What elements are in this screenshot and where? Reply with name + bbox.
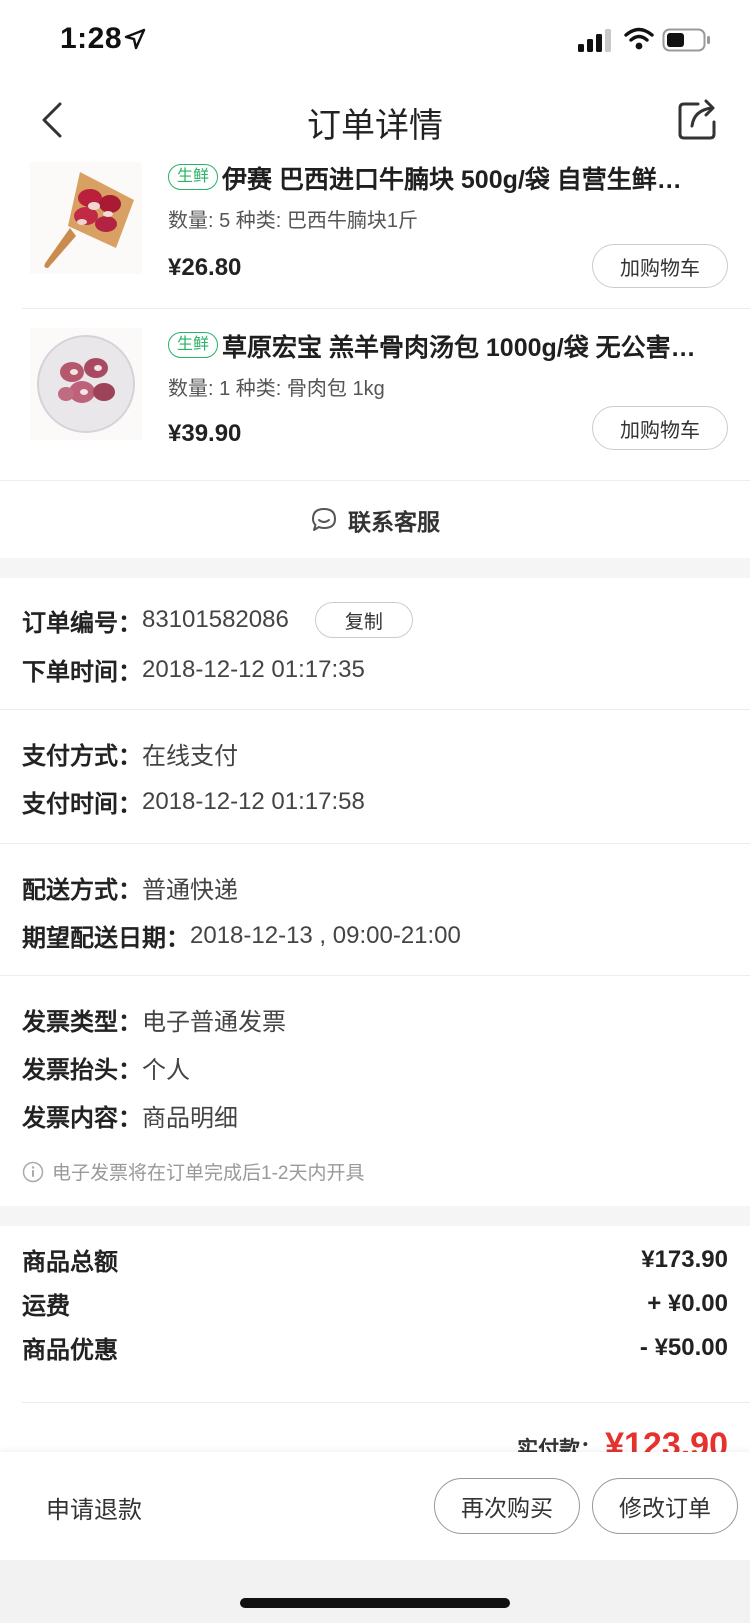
divider	[22, 1402, 750, 1403]
contact-label: 联系客服	[348, 508, 440, 535]
order-time-row: 下单时间： 2018-12-12 01:17:35	[22, 652, 365, 687]
invoice-type-label: 发票类型：	[22, 1009, 142, 1036]
pay-time-value: 2018-12-12 01:17:58	[142, 787, 365, 815]
goods-total-value: ¥173.90	[641, 1245, 728, 1273]
order-time-label: 下单时间：	[22, 659, 142, 686]
invoice-note: 电子发票将在订单完成后1-2天内开具	[22, 1158, 364, 1185]
delivery-group: 配送方式： 普通快递 期望配送日期： 2018-12-13 , 09:00-21…	[0, 844, 750, 976]
shipping-label: 运费	[22, 1293, 70, 1320]
delivery-method-row: 配送方式： 普通快递	[22, 870, 238, 905]
product-list: 生鲜 伊赛 巴西进口牛腩块 500g/袋 自营生鲜… 数量: 5 种类: 巴西牛…	[0, 156, 750, 480]
bottom-action-bar: 申请退款 再次购买 修改订单	[0, 1452, 750, 1560]
rebuy-button[interactable]: 再次购买	[434, 1478, 580, 1534]
location-arrow-icon	[124, 28, 146, 50]
goods-total-row: 商品总额 ¥173.90	[22, 1242, 728, 1277]
product-meta: 数量: 1 种类: 骨肉包 1kg	[168, 378, 385, 400]
chat-bubble-icon	[312, 507, 336, 531]
goods-total-label: 商品总额	[22, 1249, 118, 1276]
invoice-content-row: 发票内容： 商品明细	[22, 1098, 238, 1133]
cellular-signal-icon	[578, 29, 611, 52]
product-name[interactable]: 草原宏宝 羔羊骨肉汤包 1000g/袋 无公害…	[222, 328, 722, 364]
status-time: 1:28	[60, 22, 123, 55]
invoice-type-row: 发票类型： 电子普通发票	[22, 1002, 286, 1037]
product-name[interactable]: 伊赛 巴西进口牛腩块 500g/袋 自营生鲜…	[222, 160, 722, 196]
share-icon[interactable]	[676, 96, 720, 140]
modify-order-button[interactable]: 修改订单	[592, 1478, 738, 1534]
order-number-group: 订单编号： 83101582086 复制 下单时间： 2018-12-12 01…	[0, 578, 750, 710]
wifi-icon	[624, 27, 654, 50]
fresh-tag: 生鲜	[168, 164, 219, 190]
home-indicator[interactable]	[240, 1598, 510, 1608]
product-price: ¥39.90	[168, 420, 242, 447]
expected-date-label: 期望配送日期：	[22, 925, 190, 952]
invoice-content-label: 发票内容：	[22, 1105, 142, 1132]
product-price: ¥26.80	[168, 254, 242, 281]
pay-method-row: 支付方式： 在线支付	[22, 736, 238, 771]
pay-method-value: 在线支付	[142, 743, 238, 770]
order-number-value: 83101582086	[142, 606, 289, 633]
add-to-cart-button[interactable]: 加购物车	[592, 244, 728, 288]
discount-label: 商品优惠	[22, 1337, 118, 1364]
amount-card: 商品总额 ¥173.90 运费 + ¥0.00 商品优惠 - ¥50.00 实付…	[0, 1226, 750, 1464]
invoice-title-label: 发票抬头：	[22, 1057, 142, 1084]
home-indicator-area	[0, 1560, 750, 1623]
order-number-label: 订单编号：	[22, 609, 142, 637]
copy-button[interactable]: 复制	[314, 602, 413, 638]
pay-method-label: 支付方式：	[22, 743, 142, 770]
beef-product-image	[30, 162, 142, 274]
product-meta: 数量: 5 种类: 巴西牛腩块1斤	[168, 210, 419, 232]
pay-time-label: 支付时间：	[22, 791, 142, 818]
info-icon	[22, 1161, 44, 1182]
payment-group: 支付方式： 在线支付 支付时间： 2018-12-12 01:17:58	[0, 710, 750, 844]
shipping-row: 运费 + ¥0.00	[22, 1286, 728, 1321]
product-item[interactable]: 生鲜 伊赛 巴西进口牛腩块 500g/袋 自营生鲜… 数量: 5 种类: 巴西牛…	[0, 156, 750, 312]
delivery-method-label: 配送方式：	[22, 877, 142, 904]
refund-button[interactable]: 申请退款	[46, 1490, 142, 1525]
invoice-title-row: 发票抬头： 个人	[22, 1050, 190, 1085]
order-number-row: 订单编号： 83101582086 复制	[22, 602, 413, 638]
delivery-method-value: 普通快递	[142, 877, 238, 904]
invoice-type-value: 电子普通发票	[142, 1009, 286, 1036]
shipping-value: + ¥0.00	[647, 1289, 728, 1317]
pay-time-row: 支付时间： 2018-12-12 01:17:58	[22, 784, 365, 819]
add-to-cart-button[interactable]: 加购物车	[592, 406, 728, 450]
lamb-product-image	[30, 328, 142, 440]
fresh-tag: 生鲜	[168, 332, 219, 358]
status-bar: 1:28	[0, 0, 750, 84]
discount-value: - ¥50.00	[639, 1333, 728, 1361]
expected-date-value: 2018-12-13 , 09:00-21:00	[190, 921, 461, 949]
invoice-note-text: 电子发票将在订单完成后1-2天内开具	[52, 1163, 365, 1184]
discount-row: 商品优惠 - ¥50.00	[22, 1330, 728, 1365]
order-info-card: 订单编号： 83101582086 复制 下单时间： 2018-12-12 01…	[0, 578, 750, 1206]
invoice-content-value: 商品明细	[142, 1105, 238, 1132]
product-item[interactable]: 生鲜 草原宏宝 羔羊骨肉汤包 1000g/袋 无公害… 数量: 1 种类: 骨肉…	[0, 308, 750, 478]
battery-icon	[662, 28, 710, 52]
order-time-value: 2018-12-12 01:17:35	[142, 655, 365, 683]
expected-date-row: 期望配送日期： 2018-12-13 , 09:00-21:00	[22, 918, 461, 953]
nav-bar: 订单详情	[0, 84, 750, 156]
invoice-title-value: 个人	[142, 1057, 190, 1084]
page-title: 订单详情	[307, 107, 443, 145]
contact-service-button[interactable]: 联系客服	[0, 480, 750, 558]
